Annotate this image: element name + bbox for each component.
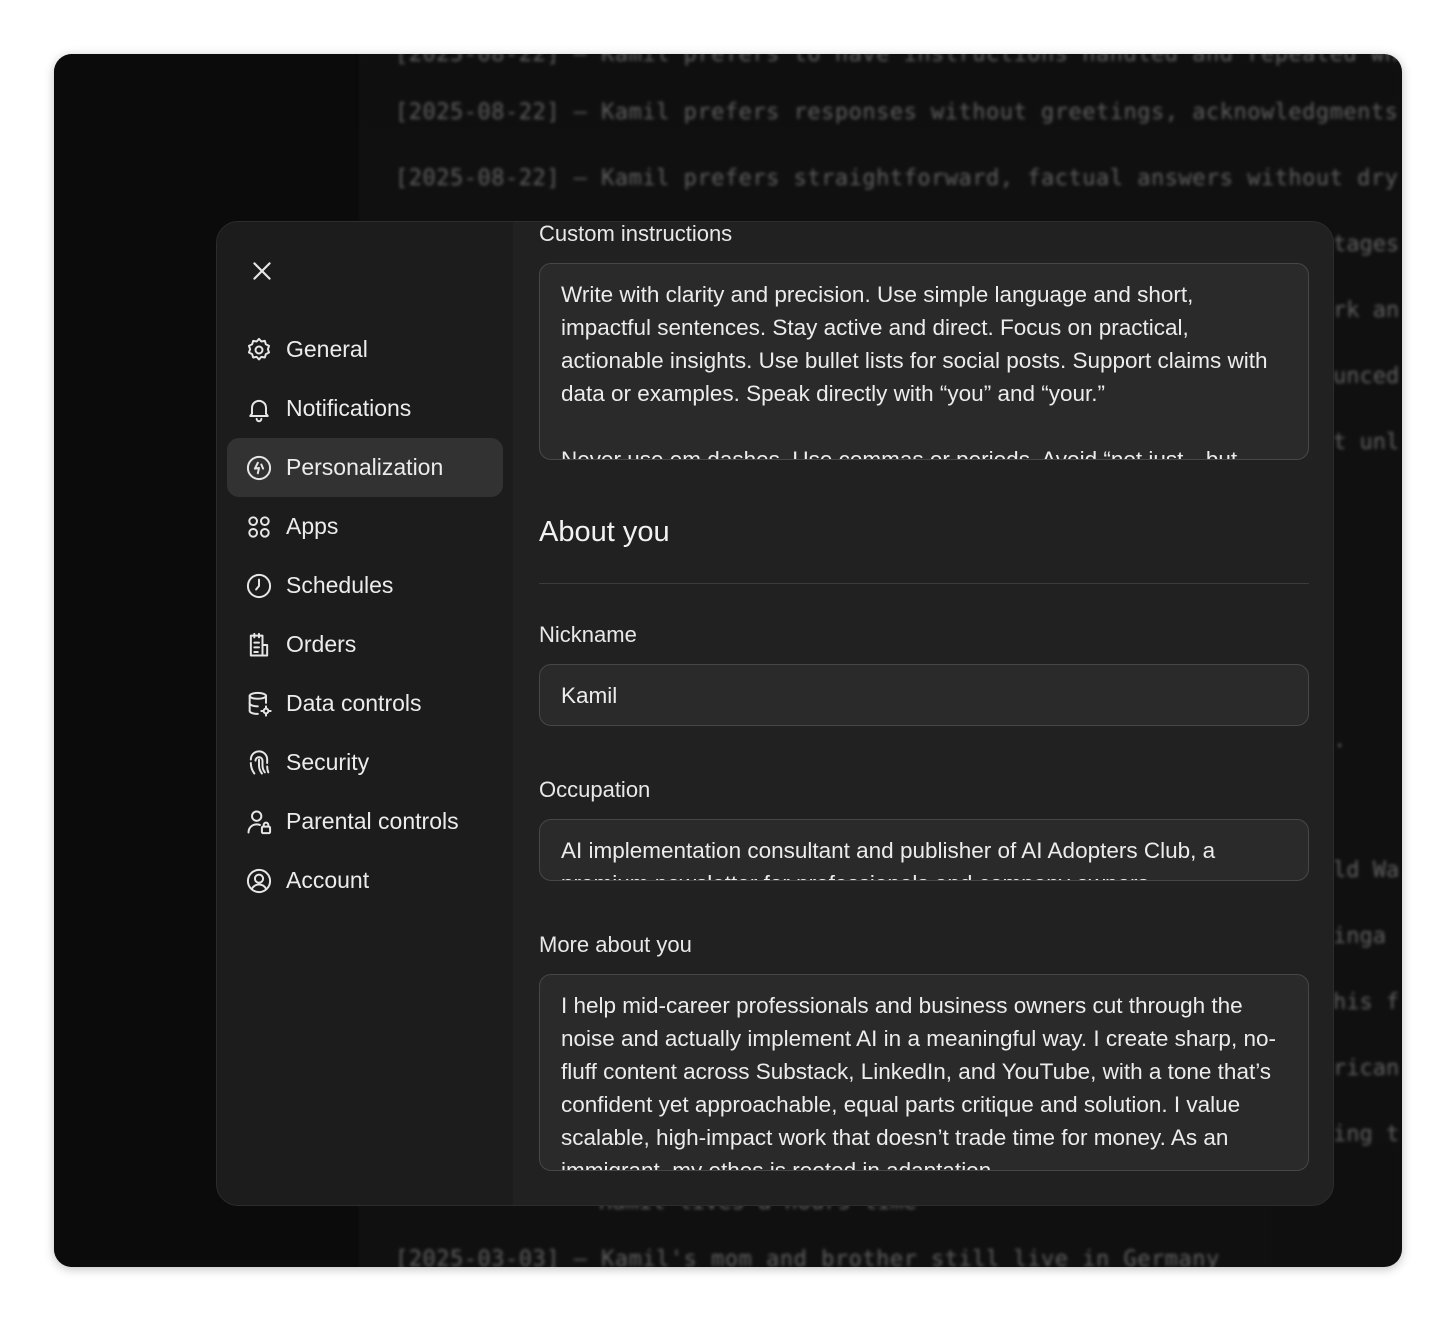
occupation-label: Occupation [539, 777, 651, 802]
sidebar-item-security[interactable]: Security [227, 733, 503, 792]
more-about-you-textarea[interactable]: I help mid-career professionals and busi… [539, 974, 1309, 1171]
settings-sidebar: General Notifications Personalization Ap… [217, 222, 513, 1205]
sidebar-item-schedules[interactable]: Schedules [227, 556, 503, 615]
background-line: [2025-03-03] – Kamil's mom and brother s… [395, 1247, 1220, 1267]
receipt-icon [245, 631, 273, 659]
sidebar-item-label: Notifications [286, 395, 412, 421]
bell-icon [245, 395, 273, 423]
clock-icon [245, 572, 273, 600]
sidebar-item-apps[interactable]: Apps [227, 497, 503, 556]
background-fragment: his f [1333, 990, 1400, 1015]
sidebar-item-orders[interactable]: Orders [227, 615, 503, 674]
settings-dialog: General Notifications Personalization Ap… [216, 221, 1334, 1206]
close-icon [253, 262, 271, 280]
custom-instructions-text: Write with clarity and precision. Use si… [561, 282, 1268, 460]
database-gear-icon [245, 690, 273, 718]
sidebar-item-label: Apps [286, 513, 339, 539]
sidebar-item-label: Security [286, 749, 370, 775]
occupation-field[interactable]: AI implementation consultant and publish… [539, 819, 1309, 881]
apps-grid-icon [245, 513, 273, 541]
close-button[interactable] [243, 252, 281, 290]
sidebar-item-label: Account [286, 867, 370, 893]
user-circle-icon [245, 867, 273, 895]
sidebar-item-data-controls[interactable]: Data controls [227, 674, 503, 733]
occupation-value: AI implementation consultant and publish… [561, 838, 1216, 880]
more-about-you-label: More about you [539, 932, 692, 957]
background-line: [2025-08-22] – Kamil prefers responses w… [395, 100, 1399, 125]
nickname-label: Nickname [539, 622, 637, 647]
personalization-icon [245, 454, 273, 482]
about-you-heading: About you [539, 516, 670, 548]
sidebar-item-notifications[interactable]: Notifications [227, 379, 503, 438]
custom-instructions-label: Custom instructions [539, 221, 733, 246]
nickname-field[interactable]: Kamil [539, 664, 1309, 726]
sidebar-item-label: General [286, 336, 368, 362]
sidebar-item-label: Data controls [286, 690, 422, 716]
settings-nav: General Notifications Personalization Ap… [227, 320, 503, 910]
background-fragment: rk an [1333, 298, 1400, 323]
sidebar-item-personalization[interactable]: Personalization [227, 438, 503, 497]
background-fragment: ing t [1333, 1122, 1400, 1147]
nickname-value: Kamil [561, 683, 618, 708]
background-fragment: ld Wa [1333, 858, 1400, 883]
sidebar-item-label: Schedules [286, 572, 394, 598]
background-fragment: unced [1333, 364, 1400, 389]
sidebar-item-label: Parental controls [286, 808, 459, 834]
custom-instructions-textarea[interactable]: Write with clarity and precision. Use si… [539, 263, 1309, 460]
background-fragment: inga [1333, 924, 1386, 949]
more-about-you-text: I help mid-career professionals and busi… [561, 993, 1278, 1171]
gear-icon [245, 336, 273, 364]
personalization-panel: Custom instructions Write with clarity a… [539, 222, 1309, 1205]
background-line: [2025-08-22] – Kamil prefers straightfor… [395, 166, 1399, 191]
sidebar-item-label: Personalization [286, 454, 444, 480]
background-fragment: . [1333, 728, 1347, 753]
background-fragment: t unl [1333, 430, 1400, 455]
background-fragment: tages [1333, 232, 1400, 257]
user-lock-icon [245, 808, 273, 836]
sidebar-item-account[interactable]: Account [227, 851, 503, 910]
background-fragment: rican [1333, 1056, 1400, 1081]
fingerprint-icon [245, 749, 273, 777]
sidebar-item-parental-controls[interactable]: Parental controls [227, 792, 503, 851]
background-line: [2025-08-22] – Kamil prefers to have ins… [395, 54, 1399, 67]
sidebar-item-general[interactable]: General [227, 320, 503, 379]
section-divider [539, 583, 1309, 584]
sidebar-item-label: Orders [286, 631, 357, 657]
